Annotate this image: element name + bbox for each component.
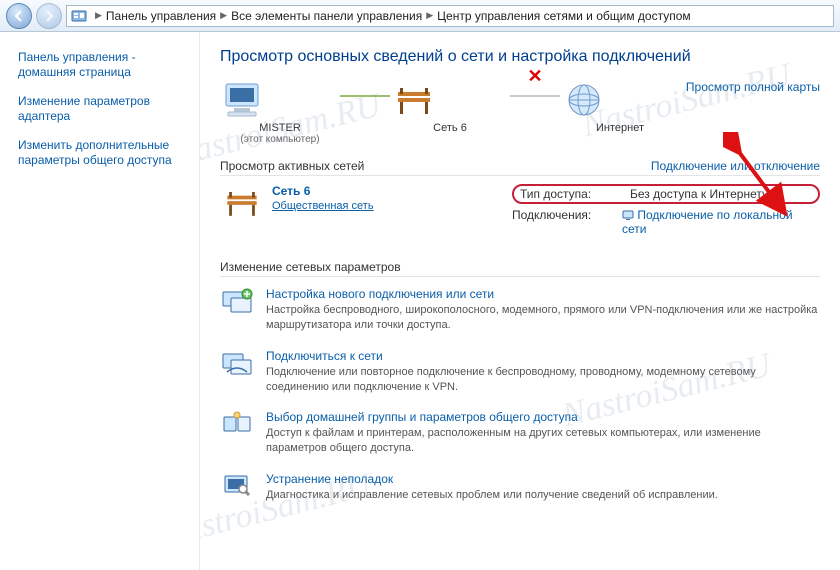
connector-ok <box>340 80 390 120</box>
node-label: MISTER <box>220 122 340 134</box>
change-settings-head: Изменение сетевых параметров <box>220 260 820 277</box>
connector-broken: ✕ <box>510 80 560 120</box>
sidebar: Панель управления - домашняя страница Из… <box>0 32 200 570</box>
task-item: Выбор домашней группы и параметров общег… <box>220 410 820 456</box>
sidebar-home-link[interactable]: Панель управления - домашняя страница <box>18 50 187 80</box>
bench-icon <box>390 80 438 120</box>
breadcrumb-seg-2[interactable]: Все элементы панели управления <box>231 9 422 23</box>
cross-icon: ✕ <box>527 66 542 87</box>
node-internet: Интернет <box>560 80 680 134</box>
sidebar-adapter-link[interactable]: Изменение параметров адаптера <box>18 94 187 124</box>
connections-row: Подключения: Подключение по локальной се… <box>512 208 820 236</box>
task-desc: Настройка беспроводного, широкополосного… <box>266 303 820 333</box>
lan-icon <box>622 209 634 221</box>
bench-icon <box>220 184 264 222</box>
breadcrumb-seg-1[interactable]: Панель управления <box>106 9 216 23</box>
network-details: Тип доступа: Без доступа к Интернету Под… <box>512 184 820 240</box>
task-link[interactable]: Подключиться к сети <box>266 349 383 363</box>
toolbar: ▶ Панель управления ▶ Все элементы панел… <box>0 0 840 32</box>
breadcrumb-sep-icon: ▶ <box>426 10 433 21</box>
network-identity: Сеть 6 Общественная сеть <box>220 184 500 240</box>
computer-icon <box>220 80 268 120</box>
task-item: Настройка нового подключения или сети На… <box>220 287 820 333</box>
full-map-link[interactable]: Просмотр полной карты <box>686 80 820 94</box>
connection-link[interactable]: Подключение по локальной сети <box>622 208 793 236</box>
network-map: Просмотр полной карты MISTER (этот компь… <box>220 80 820 145</box>
task-item: Устранение неполадок Диагностика и испра… <box>220 472 820 503</box>
breadcrumb-sep-icon: ▶ <box>220 10 227 21</box>
page-title: Просмотр основных сведений о сети и наст… <box>220 48 820 66</box>
globe-icon <box>560 80 608 120</box>
task-link[interactable]: Настройка нового подключения или сети <box>266 287 494 301</box>
active-networks-head: Просмотр активных сетей Подключение или … <box>220 159 820 176</box>
arrow-left-icon <box>13 10 25 22</box>
troubleshoot-icon <box>220 472 254 500</box>
task-link[interactable]: Устранение неполадок <box>266 472 393 486</box>
new-connection-icon <box>220 287 254 315</box>
active-network-block: Сеть 6 Общественная сеть Тип доступа: Бе… <box>220 184 820 240</box>
node-label: Сеть 6 <box>390 122 510 134</box>
access-row-highlighted: Тип доступа: Без доступа к Интернету <box>512 184 820 204</box>
task-item: Подключиться к сети Подключение или повт… <box>220 349 820 395</box>
node-this-computer: MISTER (этот компьютер) <box>220 80 340 145</box>
breadcrumb-sep-icon: ▶ <box>95 10 102 21</box>
forward-button[interactable] <box>36 3 62 29</box>
network-type-link[interactable]: Общественная сеть <box>272 200 374 212</box>
control-panel-icon <box>71 8 87 24</box>
sidebar-sharing-link[interactable]: Изменить дополнительные параметры общего… <box>18 138 187 168</box>
connect-disconnect-link[interactable]: Подключение или отключение <box>651 159 820 173</box>
task-desc: Доступ к файлам и принтерам, расположенн… <box>266 426 820 456</box>
node-label: Интернет <box>560 122 680 134</box>
task-link[interactable]: Выбор домашней группы и параметров общег… <box>266 410 578 424</box>
connect-network-icon <box>220 349 254 377</box>
access-type-key: Тип доступа: <box>520 187 630 201</box>
back-button[interactable] <box>6 3 32 29</box>
breadcrumb-seg-3[interactable]: Центр управления сетями и общим доступом <box>437 9 691 23</box>
breadcrumb[interactable]: ▶ Панель управления ▶ Все элементы панел… <box>66 5 834 27</box>
arrow-right-icon <box>43 10 55 22</box>
active-networks-label: Просмотр активных сетей <box>220 159 364 173</box>
access-type-value: Без доступа к Интернету <box>630 187 812 201</box>
task-desc: Диагностика и исправление сетевых пробле… <box>266 488 820 503</box>
main-area: Панель управления - домашняя страница Из… <box>0 32 840 570</box>
tasks-list: Настройка нового подключения или сети На… <box>220 287 820 503</box>
homegroup-icon <box>220 410 254 438</box>
connections-key: Подключения: <box>512 208 622 236</box>
task-desc: Подключение или повторное подключение к … <box>266 365 820 395</box>
content: Просмотр основных сведений о сети и наст… <box>200 32 840 570</box>
network-name: Сеть 6 <box>272 184 374 198</box>
node-network: Сеть 6 <box>390 80 510 134</box>
node-sublabel: (этот компьютер) <box>220 134 340 145</box>
